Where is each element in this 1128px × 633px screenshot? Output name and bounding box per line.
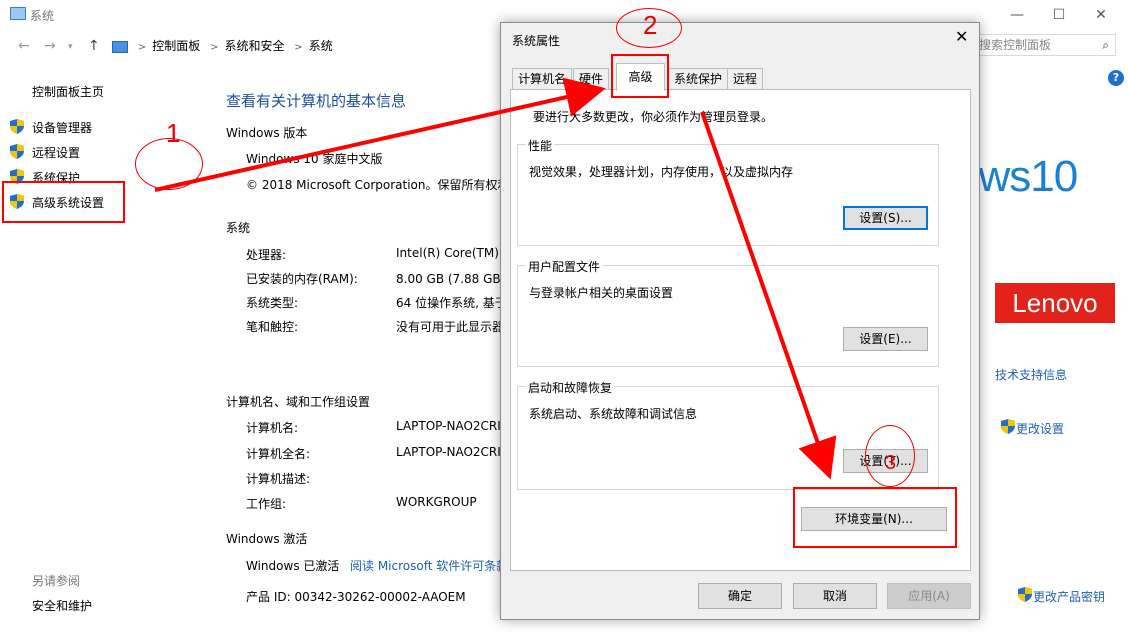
arrow-step1-to-step2 xyxy=(154,77,606,192)
arrow-step2-to-step3 xyxy=(700,111,837,480)
annotation-arrows xyxy=(154,77,837,480)
